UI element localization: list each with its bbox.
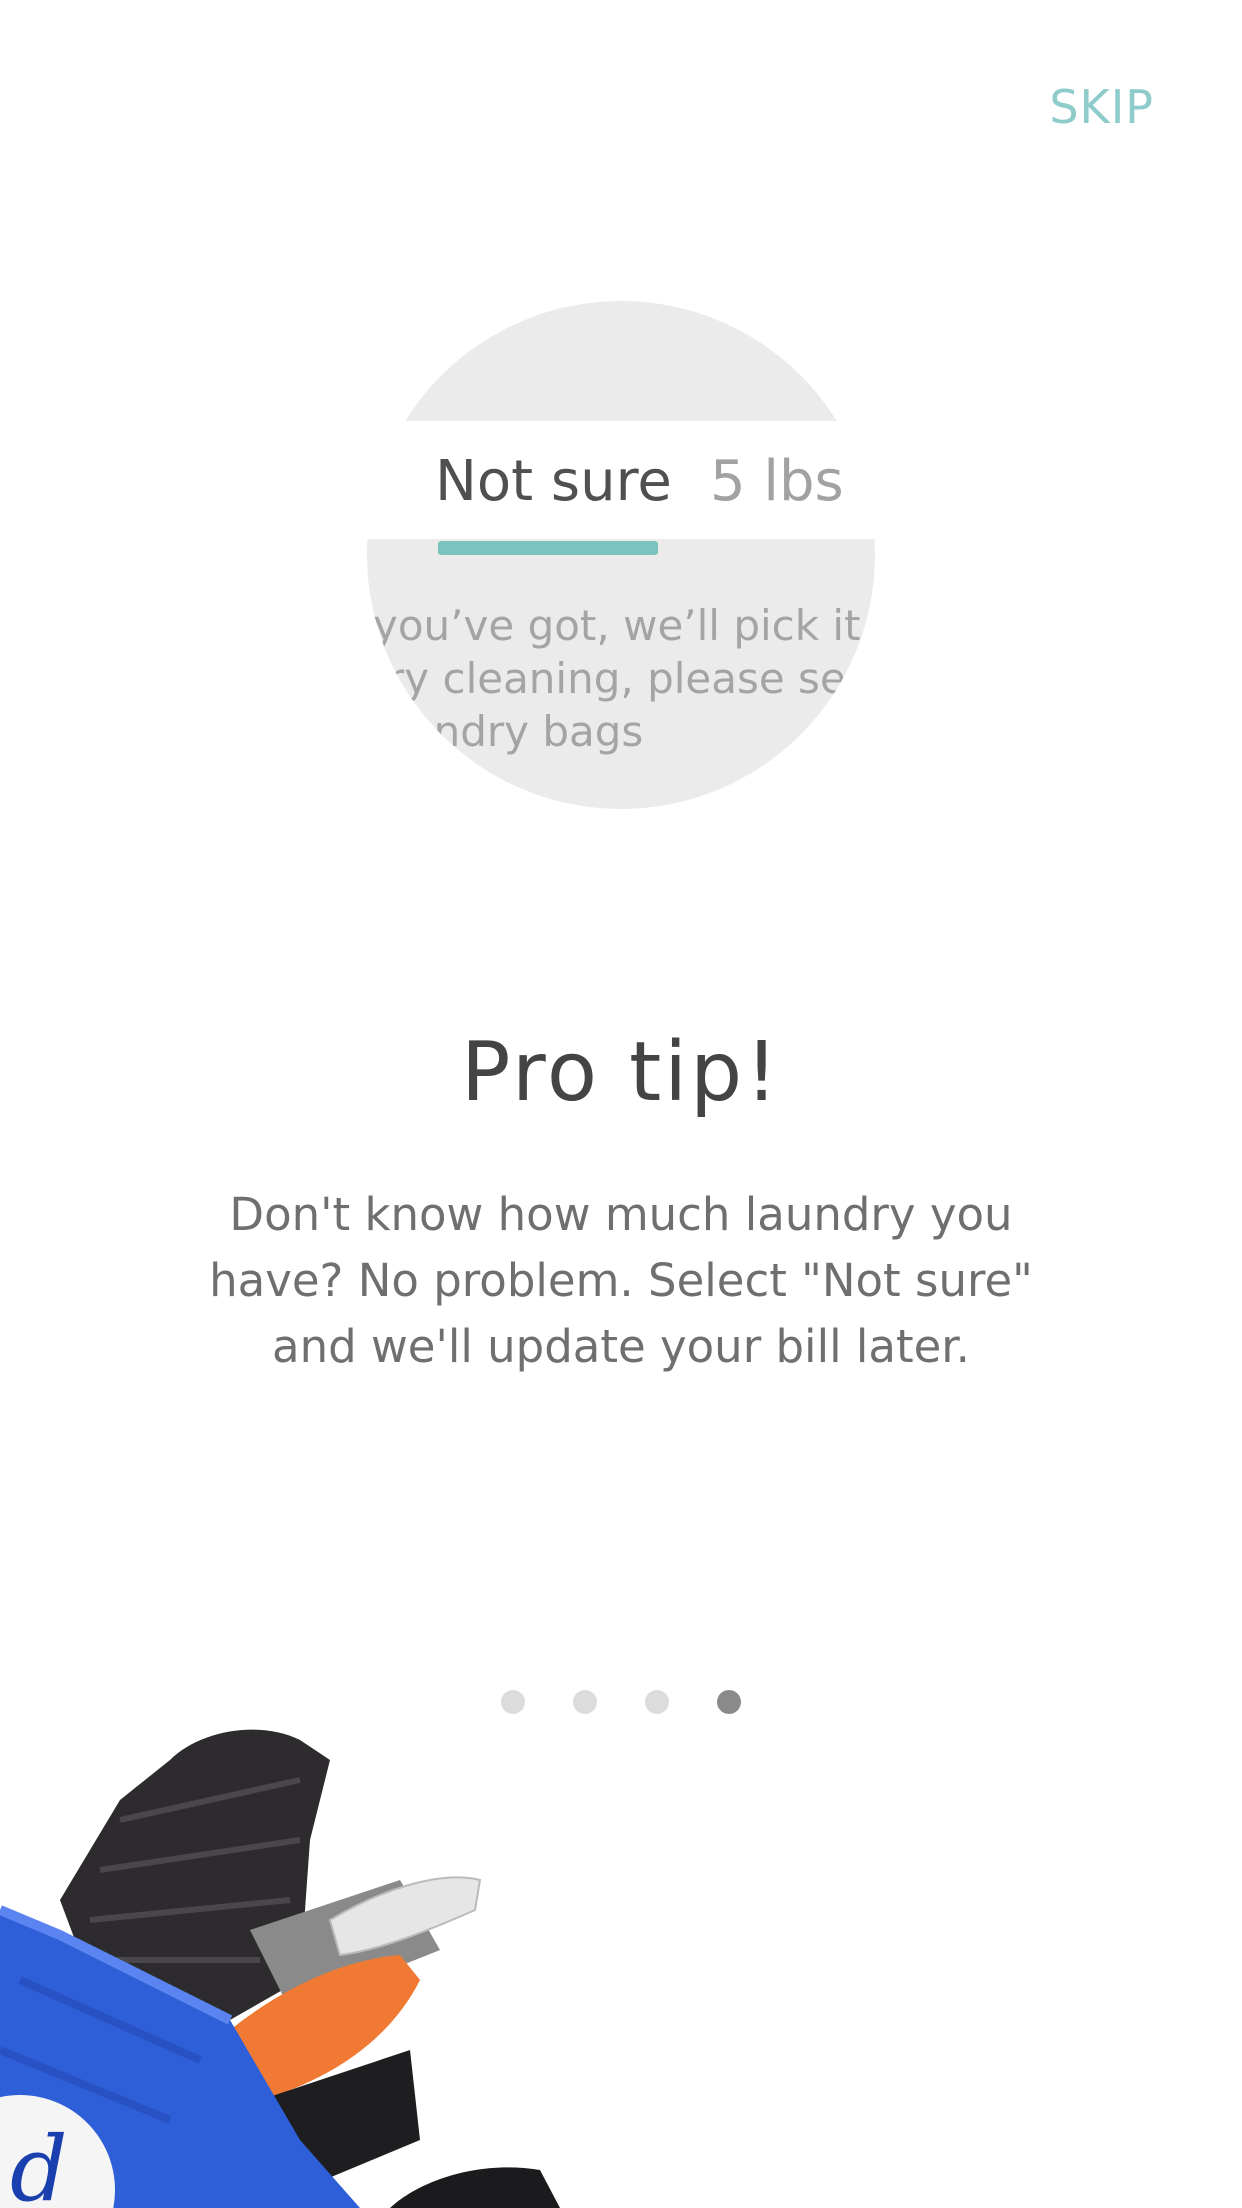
selected-underline: [438, 541, 658, 555]
page-dot-1[interactable]: [501, 1690, 525, 1714]
weight-picker-illustration: Not sure 5 lbs you’ve got, we’ll pick it…: [367, 301, 875, 809]
skip-button[interactable]: SKIP: [1049, 80, 1154, 134]
picker-option-5-lbs: 5 lbs: [710, 449, 844, 514]
description-text: Don't know how much laundry you have? No…: [209, 1188, 1033, 1373]
page-dot-3[interactable]: [645, 1690, 669, 1714]
page-indicator: [0, 1690, 1242, 1714]
background-text-line-3: undry bags: [407, 707, 644, 756]
background-text-line-2: ry cleaning, please ser: [387, 654, 864, 703]
page-title: Pro tip!: [0, 1025, 1242, 1120]
title-text: Pro tip!: [460, 1025, 781, 1120]
svg-text:d: d: [10, 2117, 68, 2208]
page-dot-4-active[interactable]: [717, 1690, 741, 1714]
background-text-line-1: you’ve got, we’ll pick it u: [373, 601, 875, 650]
picker-option-not-sure: Not sure: [435, 449, 672, 514]
page-dot-2[interactable]: [573, 1690, 597, 1714]
laundry-bag-icon: d: [0, 1729, 560, 2208]
